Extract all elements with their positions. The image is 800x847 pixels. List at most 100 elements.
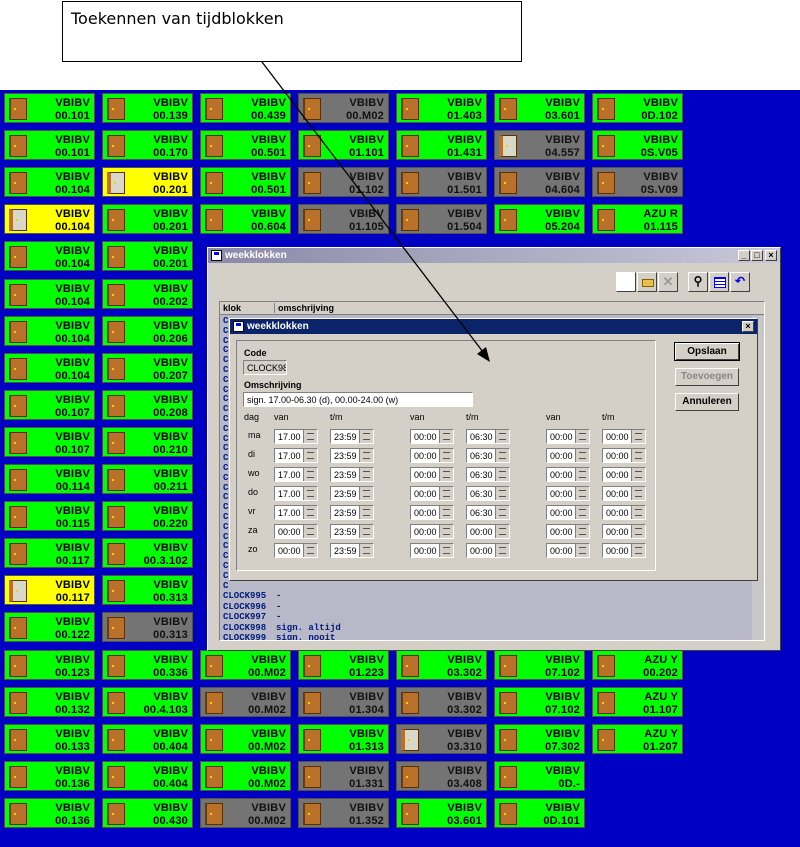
time-spinner[interactable] xyxy=(303,506,317,519)
new-document-icon[interactable] xyxy=(616,272,636,292)
door-tile[interactable]: VBIBV 0S.V05 xyxy=(592,130,683,160)
time-field[interactable]: 23:59 xyxy=(330,429,374,444)
time-spinner[interactable] xyxy=(303,544,317,557)
save-button[interactable]: Opslaan xyxy=(674,342,740,361)
door-tile[interactable]: VBIBV 00.123 xyxy=(4,650,95,680)
door-tile[interactable]: AZU Y 01.107 xyxy=(592,687,683,717)
door-tile[interactable]: VBIBV 00.M02 xyxy=(200,798,291,828)
time-spinner[interactable] xyxy=(575,430,589,443)
door-tile[interactable]: VBIBV 00.501 xyxy=(200,167,291,197)
time-field[interactable]: 23:59 xyxy=(330,543,374,558)
time-field[interactable]: 00:00 xyxy=(602,486,646,501)
time-field[interactable]: 00:00 xyxy=(546,429,590,444)
door-tile[interactable]: VBIBV 01.101 xyxy=(298,130,389,160)
time-spinner[interactable] xyxy=(495,468,509,481)
time-spinner[interactable] xyxy=(575,525,589,538)
door-tile[interactable]: VBIBV 04.604 xyxy=(494,167,585,197)
list-row-klok[interactable]: CLOCK997 xyxy=(223,612,266,623)
time-spinner[interactable] xyxy=(303,525,317,538)
time-spinner[interactable] xyxy=(359,468,373,481)
time-spinner[interactable] xyxy=(575,449,589,462)
time-field[interactable]: 17.00 xyxy=(274,448,318,463)
door-tile[interactable]: VBIBV 00.170 xyxy=(102,130,193,160)
door-tile[interactable]: VBIBV 00.104 xyxy=(4,167,95,197)
door-tile[interactable]: VBIBV 00.3.102 xyxy=(102,538,193,568)
omschrijving-field[interactable]: sign. 17.00-06.30 (d), 00.00-24.00 (w) xyxy=(243,392,473,407)
time-field[interactable]: 06:30 xyxy=(466,467,510,482)
time-field[interactable]: 23:59 xyxy=(330,524,374,539)
time-field[interactable]: 00:00 xyxy=(274,543,318,558)
time-field[interactable]: 00:00 xyxy=(546,467,590,482)
time-field[interactable]: 17.00 xyxy=(274,486,318,501)
code-field[interactable]: CLOCK981 xyxy=(243,360,287,375)
door-tile[interactable]: VBIBV 00.404 xyxy=(102,761,193,791)
time-field[interactable]: 06:30 xyxy=(466,448,510,463)
door-tile[interactable]: VBIBV 03.310 xyxy=(396,724,487,754)
time-field[interactable]: 00:00 xyxy=(410,448,454,463)
door-tile[interactable]: VBIBV 00.313 xyxy=(102,575,193,605)
time-spinner[interactable] xyxy=(303,487,317,500)
door-tile[interactable]: VBIBV 07.102 xyxy=(494,650,585,680)
door-tile[interactable]: VBIBV 01.304 xyxy=(298,687,389,717)
door-tile[interactable]: VBIBV 00.107 xyxy=(4,390,95,420)
door-tile[interactable]: VBIBV 00.101 xyxy=(4,93,95,123)
time-field[interactable]: 00:00 xyxy=(410,467,454,482)
list-window-titlebar[interactable]: weekklokken xyxy=(208,248,780,263)
door-tile[interactable]: VBIBV 00.439 xyxy=(200,93,291,123)
door-tile[interactable]: VBIBV 00.139 xyxy=(102,93,193,123)
list-row-omschrijving[interactable]: - xyxy=(276,591,281,602)
door-tile[interactable]: VBIBV 00.M02 xyxy=(298,93,389,123)
door-tile[interactable]: VBIBV 00.104 xyxy=(4,353,95,383)
door-tile[interactable]: VBIBV 01.223 xyxy=(298,650,389,680)
time-field[interactable]: 00:00 xyxy=(602,448,646,463)
time-spinner[interactable] xyxy=(495,449,509,462)
door-tile[interactable]: VBIBV 00.104 xyxy=(4,204,95,234)
door-tile[interactable]: VBIBV 00.104 xyxy=(4,241,95,271)
time-field[interactable]: 06:30 xyxy=(466,505,510,520)
door-tile[interactable]: AZU R 01.115 xyxy=(592,204,683,234)
door-tile[interactable]: VBIBV 00.136 xyxy=(4,761,95,791)
door-tile[interactable]: VBIBV 00.104 xyxy=(4,279,95,309)
time-spinner[interactable] xyxy=(575,506,589,519)
door-tile[interactable]: VBIBV 01.313 xyxy=(298,724,389,754)
door-tile[interactable]: AZU Y 00.202 xyxy=(592,650,683,680)
list-row-klok[interactable]: CLOCK998 xyxy=(223,623,266,634)
cancel-button[interactable]: Annuleren xyxy=(675,393,739,411)
door-tile[interactable]: VBIBV 04.557 xyxy=(494,130,585,160)
time-spinner[interactable] xyxy=(495,525,509,538)
time-spinner[interactable] xyxy=(495,506,509,519)
time-spinner[interactable] xyxy=(359,506,373,519)
door-tile[interactable]: VBIBV 03.302 xyxy=(396,650,487,680)
door-tile[interactable]: VBIBV 00.430 xyxy=(102,798,193,828)
door-tile[interactable]: VBIBV 01.501 xyxy=(396,167,487,197)
time-spinner[interactable] xyxy=(303,430,317,443)
time-spinner[interactable] xyxy=(439,468,453,481)
table-view-icon[interactable] xyxy=(709,272,729,292)
door-tile[interactable]: VBIBV 00.207 xyxy=(102,353,193,383)
door-tile[interactable]: VBIBV 01.431 xyxy=(396,130,487,160)
list-row-partial[interactable]: C xyxy=(223,581,228,592)
time-field[interactable]: 06:30 xyxy=(466,429,510,444)
time-spinner[interactable] xyxy=(495,430,509,443)
door-tile[interactable]: VBIBV 0D.101 xyxy=(494,798,585,828)
dialog-titlebar[interactable]: weekklokken xyxy=(230,319,757,334)
door-tile[interactable]: VBIBV 01.105 xyxy=(298,204,389,234)
add-button[interactable]: Toevoegen xyxy=(675,368,739,386)
door-tile[interactable]: VBIBV 00.117 xyxy=(4,538,95,568)
time-spinner[interactable] xyxy=(575,468,589,481)
time-field[interactable]: 00:00 xyxy=(602,429,646,444)
time-spinner[interactable] xyxy=(439,487,453,500)
time-field[interactable]: 00:00 xyxy=(546,543,590,558)
door-tile[interactable]: VBIBV 0D.- xyxy=(494,761,585,791)
time-spinner[interactable] xyxy=(495,544,509,557)
door-tile[interactable]: VBIBV 00.M02 xyxy=(200,687,291,717)
time-spinner[interactable] xyxy=(631,506,645,519)
door-tile[interactable]: VBIBV 03.601 xyxy=(396,798,487,828)
door-tile[interactable]: VBIBV 01.403 xyxy=(396,93,487,123)
maximize-button[interactable]: □ xyxy=(751,250,763,261)
time-field[interactable]: 00:00 xyxy=(546,524,590,539)
time-spinner[interactable] xyxy=(439,430,453,443)
time-field[interactable]: 23:59 xyxy=(330,505,374,520)
door-tile[interactable]: VBIBV 01.352 xyxy=(298,798,389,828)
door-tile[interactable]: VBIBV 00.210 xyxy=(102,427,193,457)
